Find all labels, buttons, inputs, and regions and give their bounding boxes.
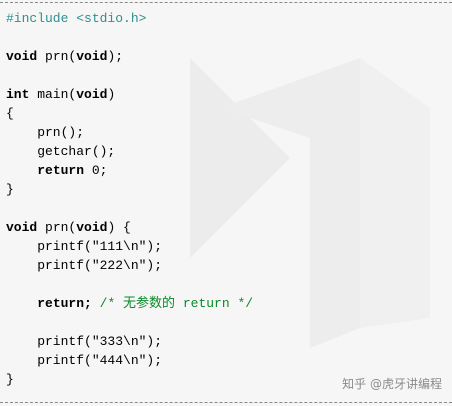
top-dashed-divider — [0, 2, 452, 3]
code-line-6: { — [6, 106, 14, 121]
code-line-7: prn(); — [6, 125, 85, 140]
code-line-8: getchar(); — [6, 144, 116, 159]
code-line-12: void prn(void) { — [6, 220, 131, 235]
code-line-18: printf("333\n"); — [6, 334, 163, 349]
code-snippet-panel: #include <stdio.h> void prn(void); int mai… — [0, 0, 452, 406]
bottom-dashed-divider — [0, 402, 452, 403]
watermark-credit: 知乎 @虎牙讲编程 — [342, 377, 442, 391]
code-line-1: #include <stdio.h> — [6, 11, 147, 26]
code-line-10: } — [6, 182, 14, 197]
code-line-3: void prn(void); — [6, 49, 124, 64]
code-line-14: printf("222\n"); — [6, 258, 163, 273]
code-line-19: printf("444\n"); — [6, 353, 163, 368]
code-line-5: int main(void) — [6, 87, 116, 102]
code-line-13: printf("111\n"); — [6, 239, 163, 254]
code-line-20: } — [6, 372, 14, 387]
code-line-16: return; /* 无参数的 return */ — [37, 296, 254, 311]
code-block: #include <stdio.h> void prn(void); int mai… — [6, 9, 253, 389]
code-line-9: return 0; — [37, 163, 108, 178]
